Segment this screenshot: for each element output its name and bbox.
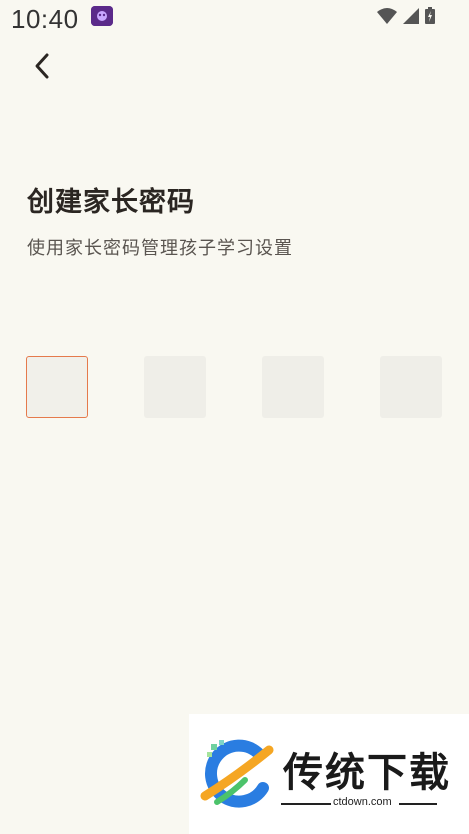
status-icons [377,7,435,24]
chevron-left-icon [32,52,52,84]
screen: 10:40 创建家长密码 使用家长密码管理孩子学习设置 传统下载 ctdown.… [0,0,469,834]
page-title: 创建家长密码 [27,187,195,218]
status-time: 10:40 [11,4,79,34]
status-bar: 10:40 [0,0,469,36]
signal-icon [403,7,419,24]
watermark-domain: ctdown.com [333,796,392,808]
pin-digit-box-2[interactable] [144,356,206,418]
app-notification-icon [91,6,113,26]
battery-icon [425,7,435,24]
pin-digit-box-1[interactable] [26,356,88,418]
watermark-divider-left [281,803,331,805]
pin-digit-box-3[interactable] [262,356,324,418]
watermark-logo-icon [197,736,275,818]
watermark-divider-right [399,803,437,805]
page-subtitle: 使用家长密码管理孩子学习设置 [27,238,293,259]
back-button[interactable] [24,50,60,86]
watermark-brand-text: 传统下载 [283,750,451,796]
watermark: 传统下载 ctdown.com [189,714,469,834]
pin-input-row[interactable] [26,356,444,418]
pin-digit-box-4[interactable] [380,356,442,418]
wifi-icon [377,7,397,24]
